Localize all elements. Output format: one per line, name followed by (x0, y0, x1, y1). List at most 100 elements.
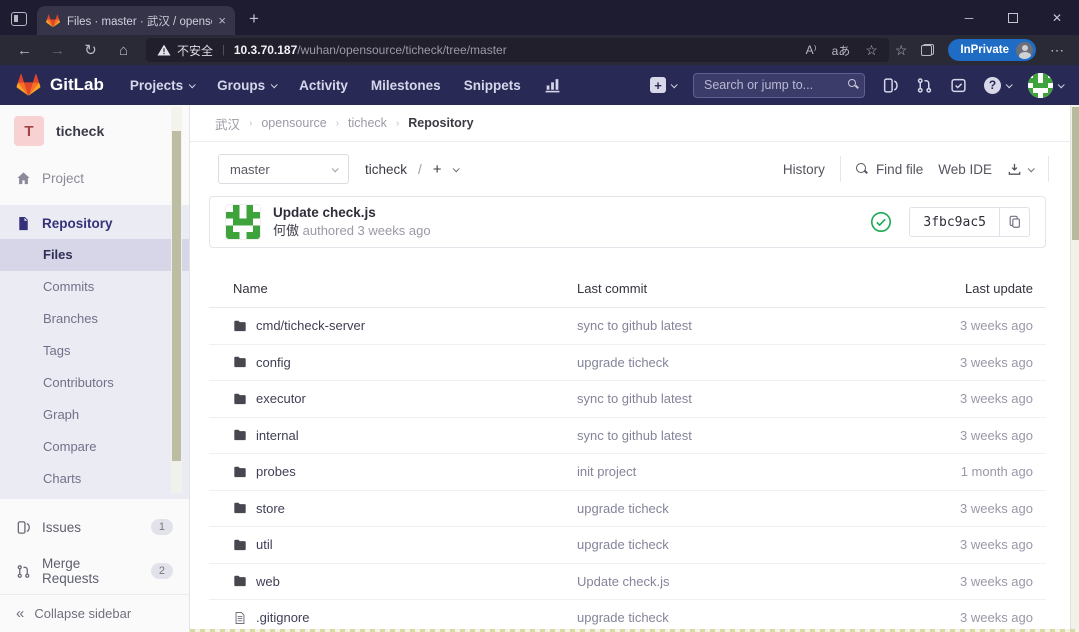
add-file-button[interactable]: + (433, 161, 442, 178)
address-bar[interactable]: 不安全 | 10.3.70.187/wuhan/opensource/tiche… (146, 38, 889, 62)
new-menu-button[interactable]: + (650, 77, 676, 93)
commit-message-link[interactable]: sync to github latest (577, 318, 692, 333)
file-name-link[interactable]: .gitignore (256, 610, 309, 625)
collapse-sidebar-button[interactable]: « Collapse sidebar (0, 594, 189, 632)
gitlab-brand[interactable]: GitLab (50, 75, 104, 95)
file-name-link[interactable]: cmd/ticheck-server (256, 318, 365, 333)
commit-message-link[interactable]: upgrade ticheck (577, 537, 669, 552)
table-row[interactable]: cmd/ticheck-serversync to github latest3… (209, 308, 1046, 345)
table-row[interactable]: executorsync to github latest3 weeks ago (209, 381, 1046, 418)
collections-icon[interactable] (921, 44, 934, 56)
file-name-link[interactable]: probes (256, 464, 296, 479)
sidebar-item-tags[interactable]: Tags (0, 335, 189, 367)
todos-icon[interactable] (950, 77, 967, 94)
file-name-link[interactable]: store (256, 501, 285, 516)
repo-root-link[interactable]: ticheck (365, 162, 407, 177)
commit-message-link[interactable]: sync to github latest (577, 391, 692, 406)
bar-chart-icon[interactable] (544, 77, 561, 94)
commit-author-avatar[interactable] (225, 204, 261, 240)
nav-snippets[interactable]: Snippets (464, 78, 521, 93)
favorites-bar-icon[interactable]: ☆ (895, 42, 908, 59)
window-maximize-button[interactable] (991, 0, 1035, 35)
translate-icon[interactable]: aあ (832, 42, 851, 59)
commit-message-link[interactable]: Update check.js (577, 574, 670, 589)
table-row[interactable]: storeupgrade ticheck3 weeks ago (209, 491, 1046, 528)
browser-tab[interactable]: Files · master · 武汉 / opensourc × (37, 6, 235, 35)
branch-selector[interactable]: master (218, 154, 349, 184)
commit-message-link[interactable]: upgrade ticheck (577, 501, 669, 516)
project-header[interactable]: T ticheck (0, 105, 189, 154)
issues-nav-icon[interactable] (882, 77, 899, 94)
table-row[interactable]: configupgrade ticheck3 weeks ago (209, 345, 1046, 382)
sidebar-item-issues[interactable]: Issues 1 (0, 511, 189, 543)
help-menu-button[interactable]: ? (984, 77, 1011, 94)
search-input[interactable] (693, 73, 865, 98)
table-row[interactable]: webUpdate check.js3 weeks ago (209, 564, 1046, 601)
browser-menu-button[interactable]: ⋯ (1050, 42, 1065, 59)
breadcrumb-link[interactable]: opensource (261, 116, 326, 130)
table-row[interactable]: utilupgrade ticheck3 weeks ago (209, 527, 1046, 564)
window-minimize-button[interactable]: ─ (947, 0, 991, 35)
sidebar-item-project[interactable]: Project (0, 162, 189, 194)
history-button[interactable]: History (783, 162, 825, 177)
nav-milestones[interactable]: Milestones (371, 78, 441, 93)
home-button[interactable]: ⌂ (107, 43, 140, 58)
sidebar-item-charts[interactable]: Charts (0, 463, 189, 495)
gitlab-logo-icon[interactable] (16, 73, 41, 97)
nav-activity[interactable]: Activity (299, 78, 348, 93)
sidebar-item-repository[interactable]: Repository (0, 207, 189, 239)
table-row[interactable]: internalsync to github latest3 weeks ago (209, 418, 1046, 455)
inprivate-badge[interactable]: InPrivate (948, 39, 1036, 61)
forward-button[interactable]: → (41, 43, 74, 58)
main-scrollbar[interactable] (1070, 105, 1079, 632)
chevron-down-icon[interactable] (452, 165, 459, 172)
table-row[interactable]: probesinit project1 month ago (209, 454, 1046, 491)
file-name-link[interactable]: web (256, 574, 280, 589)
download-menu-button[interactable] (1007, 162, 1033, 177)
new-tab-button[interactable]: + (249, 9, 259, 29)
tab-workspaces-icon[interactable] (11, 12, 27, 26)
sidebar-item-label: Files (43, 247, 73, 262)
merge-requests-nav-icon[interactable] (916, 77, 933, 94)
not-secure-label[interactable]: 不安全 (177, 42, 213, 59)
sidebar-item-files[interactable]: Files (0, 239, 189, 271)
read-aloud-icon[interactable]: A⁾ (806, 43, 817, 57)
commit-message-link[interactable]: upgrade ticheck (577, 355, 669, 370)
nav-groups[interactable]: Groups (217, 78, 276, 93)
table-row[interactable]: .gitignoreupgrade ticheck3 weeks ago (209, 600, 1046, 632)
sidebar-item-commits[interactable]: Commits (0, 271, 189, 303)
commit-message-link[interactable]: sync to github latest (577, 428, 692, 443)
add-favorite-icon[interactable]: ☆ (865, 42, 878, 59)
copy-sha-button[interactable] (999, 208, 1029, 236)
scrollbar-thumb[interactable] (1072, 107, 1079, 240)
pipeline-status-icon[interactable] (870, 211, 892, 233)
sidebar-item-branches[interactable]: Branches (0, 303, 189, 335)
sidebar-item-graph[interactable]: Graph (0, 399, 189, 431)
last-commit-widget: Update check.js 何傲 authored 3 weeks ago … (209, 196, 1046, 248)
commit-message-link[interactable]: init project (577, 464, 636, 479)
user-menu-button[interactable] (1028, 73, 1063, 98)
scrollbar-thumb[interactable] (172, 131, 181, 461)
nav-projects[interactable]: Projects (130, 78, 194, 93)
refresh-button[interactable]: ↻ (74, 43, 107, 58)
breadcrumb-link[interactable]: 武汉 (215, 114, 240, 133)
file-name-link[interactable]: config (256, 355, 291, 370)
tab-close-icon[interactable]: × (218, 13, 226, 28)
find-file-button[interactable]: Find file (856, 162, 923, 177)
commit-title-link[interactable]: Update check.js (273, 205, 431, 220)
web-ide-button[interactable]: Web IDE (938, 162, 992, 177)
sidebar-item-contributors[interactable]: Contributors (0, 367, 189, 399)
file-name-link[interactable]: internal (256, 428, 299, 443)
file-name-link[interactable]: util (256, 537, 273, 552)
commit-sha[interactable]: 3fbc9ac5 (910, 208, 999, 236)
sidebar-scrollbar[interactable] (171, 107, 182, 493)
commit-message-link[interactable]: upgrade ticheck (577, 610, 669, 625)
commit-author-link[interactable]: 何傲 (273, 223, 299, 238)
sidebar-item-label: Project (42, 171, 84, 186)
window-close-button[interactable]: ✕ (1035, 0, 1079, 35)
file-name-link[interactable]: executor (256, 391, 306, 406)
sidebar-item-merge-requests[interactable]: Merge Requests 2 (0, 555, 189, 587)
back-button[interactable]: ← (8, 43, 41, 58)
breadcrumb-link[interactable]: ticheck (348, 116, 387, 130)
sidebar-item-compare[interactable]: Compare (0, 431, 189, 463)
